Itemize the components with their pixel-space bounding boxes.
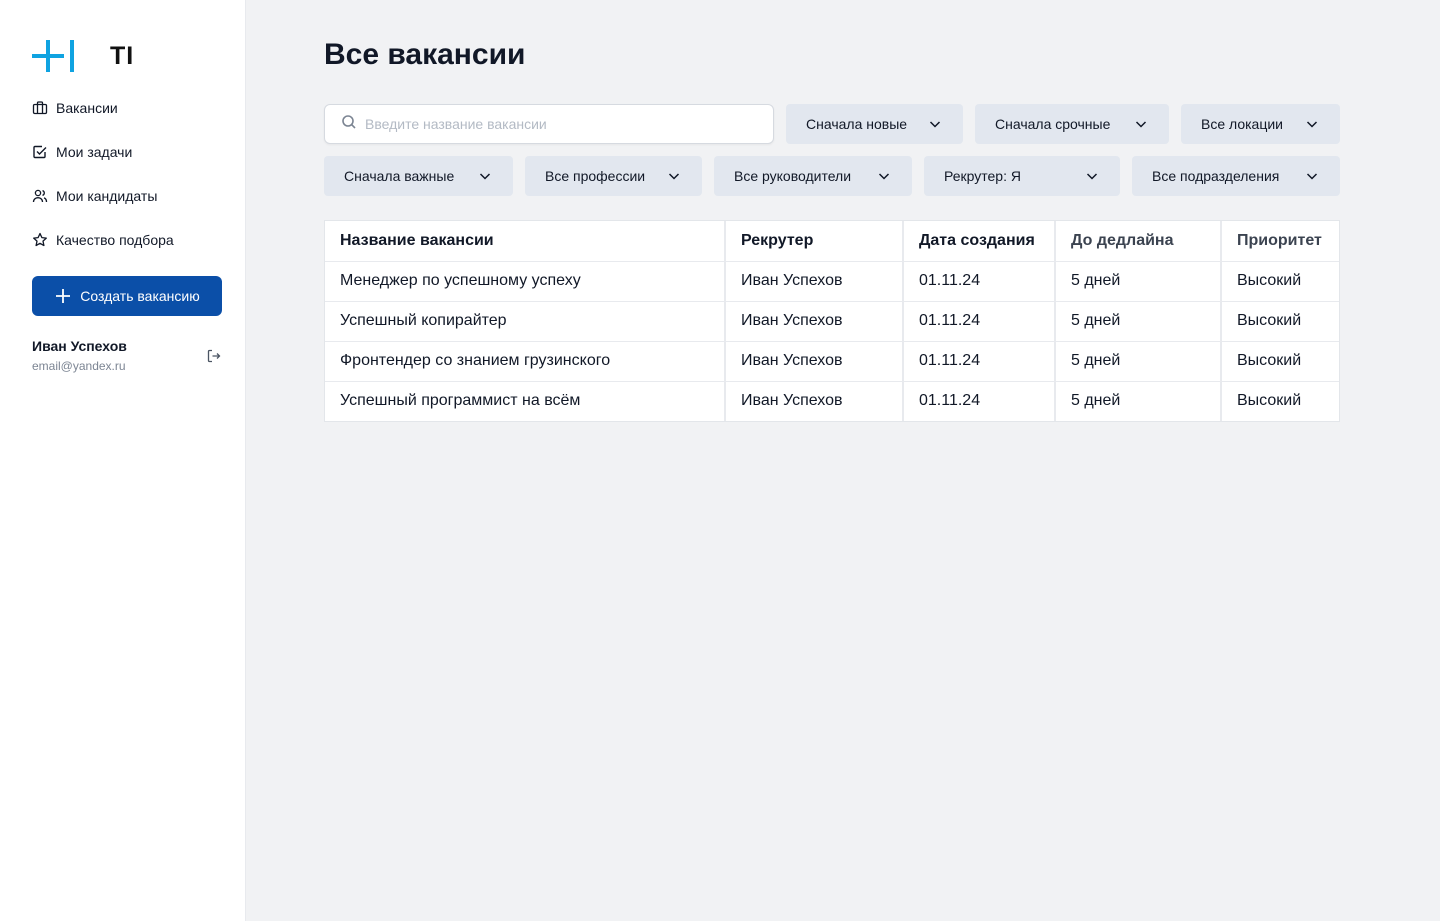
user-profile: Иван Успехов email@yandex.ru [32,336,222,376]
chevron-down-icon [666,168,682,184]
chevron-down-icon [1084,168,1100,184]
sidebar-item-label: Мои кандидаты [56,188,158,204]
sort-important-dropdown[interactable]: Сначала важные [324,156,513,196]
user-name: Иван Успехов [32,338,127,354]
checkbox-icon [32,144,48,160]
vacancy-name-cell: Менеджер по успешному успеху [325,261,726,302]
chevron-down-icon [927,116,943,132]
logo[interactable]: TI [32,40,134,72]
logout-icon[interactable] [206,348,222,364]
recruiter-dropdown[interactable]: Рекрутер: Я [924,156,1120,196]
sidebar-item-my-candidates[interactable]: Мои кандидаты [32,184,222,208]
recruiter-cell: Иван Успехов [725,261,904,302]
sort-urgent-dropdown[interactable]: Сначала срочные [975,104,1169,144]
created-date-cell: 01.11.24 [903,381,1056,421]
column-header-recruiter[interactable]: Рекрутер [725,221,904,262]
sort-urgent-label: Сначала срочные [995,116,1111,132]
sort-important-label: Сначала важные [344,168,455,184]
sidebar-item-my-tasks[interactable]: Мои задачи [32,140,222,164]
column-header-deadline[interactable]: До дедлайна [1055,221,1222,262]
search-icon [341,114,357,135]
priority-cell: Высокий [1221,301,1339,342]
sidebar-item-label: Вакансии [56,100,118,116]
priority-cell: Высокий [1237,392,1302,410]
created-date-cell: 01.11.24 [903,301,1056,342]
table-row[interactable]: Менеджер по успешному успеху Иван Успехо… [325,261,1339,302]
managers-label: Все руководители [734,168,852,184]
priority-cell: Высокий [1221,341,1339,382]
sort-new-label: Сначала новые [806,116,908,132]
users-icon [32,188,48,204]
search-input[interactable] [365,116,745,132]
chevron-down-icon [1304,168,1320,184]
sidebar-item-vacancies[interactable]: Вакансии [32,96,222,120]
deadline-cell: 5 дней [1055,301,1222,342]
page-title: Все вакансии [324,38,526,71]
departments-dropdown[interactable]: Все подразделения [1132,156,1340,196]
created-date-cell: 01.11.24 [903,261,1056,302]
vacancy-name-cell: Успешный копирайтер [325,301,726,342]
recruiter-label: Рекрутер: Я [944,168,1021,184]
logo-mark-icon [32,40,74,72]
locations-dropdown[interactable]: Все локации [1181,104,1340,144]
chevron-down-icon [477,168,493,184]
priority-cell: Высокий [1221,261,1339,302]
user-email: email@yandex.ru [32,359,126,373]
recruiter-cell: Иван Успехов [725,341,904,382]
column-header-vacancy-name[interactable]: Название вакансии [325,221,726,262]
vacancy-name-cell: Фронтендер со знанием грузинского [325,341,726,382]
search-field[interactable] [324,104,774,144]
deadline-cell: 5 дней [1055,381,1222,421]
plus-icon [54,287,72,305]
sidebar-item-label: Мои задачи [56,144,133,160]
deadline-cell: 5 дней [1055,261,1222,302]
chevron-down-icon [876,168,892,184]
sidebar-item-label: Качество подбора [56,232,174,248]
sidebar-nav: Вакансии Мои задачи Мои кандидаты Качест… [32,96,222,272]
professions-dropdown[interactable]: Все профессии [525,156,702,196]
recruiter-cell: Иван Успехов [725,381,904,421]
sidebar-item-hiring-quality[interactable]: Качество подбора [32,228,222,252]
sort-new-dropdown[interactable]: Сначала новые [786,104,963,144]
table-row[interactable]: Успешный программист на всём Иван Успехо… [325,381,1339,421]
briefcase-icon [32,100,48,116]
column-header-created-date[interactable]: Дата создания [903,221,1056,262]
chevron-down-icon [1133,116,1149,132]
managers-dropdown[interactable]: Все руководители [714,156,912,196]
locations-label: Все локации [1201,116,1284,132]
logo-text: TI [110,42,135,70]
chevron-down-icon [1304,116,1320,132]
star-icon [32,232,48,248]
sidebar: TI Вакансии Мои задачи Мои кандидаты Кач… [0,0,246,921]
professions-label: Все профессии [545,168,646,184]
table-row[interactable]: Фронтендер со знанием грузинского Иван У… [325,341,1339,382]
table-row[interactable]: Успешный копирайтер Иван Успехов 01.11.2… [325,301,1339,342]
departments-label: Все подразделения [1152,168,1280,184]
table-header-row: Название вакансии Рекрутер Дата создания… [325,221,1339,262]
create-vacancy-button[interactable]: Создать вакансию [32,276,222,316]
created-date-cell: 01.11.24 [903,341,1056,382]
create-vacancy-label: Создать вакансию [80,288,200,304]
column-header-priority[interactable]: Приоритет [1221,221,1339,262]
deadline-cell: 5 дней [1055,341,1222,382]
vacancies-table: Название вакансии Рекрутер Дата создания… [324,220,1340,422]
recruiter-cell: Иван Успехов [725,301,904,342]
vacancy-name-cell: Успешный программист на всём [325,381,726,421]
